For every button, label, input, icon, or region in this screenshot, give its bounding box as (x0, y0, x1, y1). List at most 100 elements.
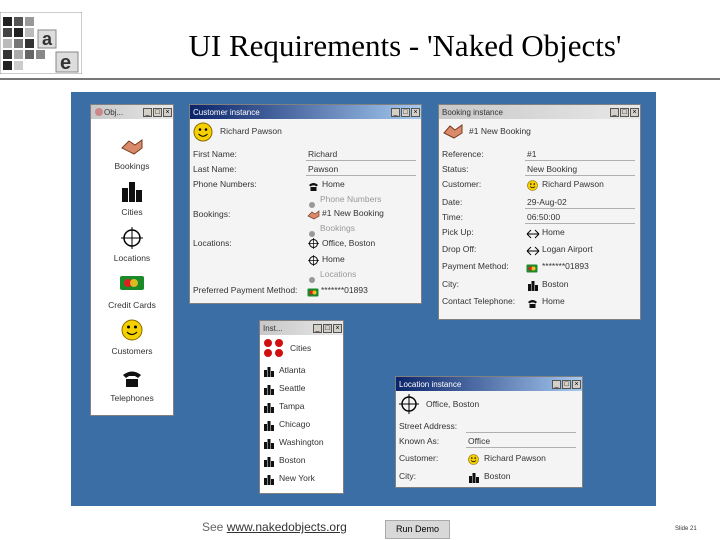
field-value[interactable]: *******01893 (542, 261, 589, 271)
location-window[interactable]: Location instance _ □ × Office, Boston S… (395, 376, 583, 488)
city-item[interactable]: Washington (279, 437, 324, 447)
slide-title: UI Requirements - 'Naked Objects' (188, 28, 622, 63)
city-icon (263, 436, 275, 454)
handshake-icon (307, 207, 320, 225)
field-value[interactable]: Home (322, 254, 345, 264)
booking-window-titlebar[interactable]: Booking instance _ □ × (439, 105, 640, 119)
close-button[interactable]: × (411, 107, 420, 117)
objects-item-label[interactable]: Bookings (91, 161, 173, 171)
objects-item-label[interactable]: Cities (91, 207, 173, 217)
handshake-icon (95, 108, 103, 116)
footer-see-text: See (202, 520, 224, 534)
city-icon (263, 364, 275, 382)
field-label: Customer: (442, 179, 482, 189)
booking-window-title: Booking instance (442, 107, 503, 117)
close-button[interactable]: × (163, 107, 172, 117)
field-label: Date: (442, 197, 463, 207)
credit-card-icon[interactable] (119, 274, 145, 297)
handshake-icon (442, 122, 464, 145)
field-value[interactable]: New Booking (527, 164, 577, 174)
objects-window-titlebar[interactable]: Obj... _ □ × (91, 105, 173, 119)
location-arrow-icon (526, 243, 540, 261)
cities-window-titlebar[interactable]: Inst... _ □ × (260, 321, 343, 335)
field-value[interactable]: Richard (308, 149, 337, 159)
customer-window-title: Customer instance (193, 107, 260, 117)
minimize-button[interactable]: _ (610, 107, 619, 117)
field-value[interactable]: 29-Aug-02 (527, 197, 567, 207)
field-value[interactable]: #1 (527, 149, 536, 159)
city-icon (468, 470, 480, 487)
field-value[interactable]: Home (542, 296, 565, 306)
field-value[interactable]: Boston (484, 471, 510, 481)
field-label: Customer: (399, 453, 439, 463)
field-value[interactable]: Richard Pawson (542, 179, 604, 189)
customer-window-titlebar[interactable]: Customer instance _ □ × (190, 105, 421, 119)
field-value[interactable]: Home (542, 227, 565, 237)
field-label: First Name: (193, 149, 237, 159)
city-item[interactable]: Boston (279, 455, 305, 465)
close-button[interactable]: × (572, 379, 581, 389)
field-label: City: (442, 279, 459, 289)
maximize-button[interactable]: □ (401, 107, 410, 117)
objects-item-label[interactable]: Credit Cards (91, 300, 173, 310)
ae-logo: a e (0, 12, 82, 74)
credit-card-icon (307, 284, 319, 302)
customer-name: Richard Pawson (220, 126, 282, 136)
nakedobjects-link[interactable]: www.nakedobjects.org (227, 520, 347, 534)
maximize-button[interactable]: □ (153, 107, 162, 117)
booking-window[interactable]: Booking instance _ □ × #1 New Booking Re… (438, 104, 641, 320)
crosshair-icon[interactable] (121, 227, 143, 254)
field-label: Contact Telephone: (442, 296, 516, 306)
city-item[interactable]: Atlanta (279, 365, 305, 375)
city-item[interactable]: Tampa (279, 401, 305, 411)
field-label: Street Address: (399, 421, 458, 431)
location-window-titlebar[interactable]: Location instance _ □ × (396, 377, 582, 391)
field-value[interactable]: Office (468, 436, 490, 446)
field-value[interactable]: Richard Pawson (484, 453, 546, 463)
city-item[interactable]: New York (279, 473, 315, 483)
minimize-button[interactable]: _ (552, 379, 561, 389)
city-item[interactable]: Chicago (279, 419, 310, 429)
field-value[interactable]: 06:50:00 (527, 212, 560, 222)
city-icon (263, 472, 275, 490)
city-icon (263, 418, 275, 436)
handshake-icon[interactable] (120, 136, 144, 161)
city-icon[interactable] (120, 180, 144, 207)
cities-header: Cities (290, 343, 312, 353)
field-label: Pick Up: (442, 227, 474, 237)
maximize-button[interactable]: □ (562, 379, 571, 389)
field-value[interactable]: *******01893 (321, 285, 368, 295)
field-value[interactable]: Logan Airport (542, 244, 593, 254)
city-icon (263, 454, 275, 472)
smiley-icon[interactable] (121, 319, 143, 346)
maximize-button[interactable]: □ (620, 107, 629, 117)
minimize-button[interactable]: _ (143, 107, 152, 117)
minimize-button[interactable]: _ (391, 107, 400, 117)
objects-window[interactable]: Obj... _ □ × Bookings Cities Locations C… (90, 104, 174, 416)
field-value[interactable]: Boston (542, 279, 568, 289)
maximize-button[interactable]: □ (323, 323, 332, 333)
field-value[interactable]: Pawson (308, 164, 338, 174)
telephone-icon[interactable] (121, 369, 143, 394)
objects-item-label[interactable]: Customers (91, 346, 173, 356)
field-label: Payment Method: (442, 261, 509, 271)
field-value[interactable]: Home (322, 179, 345, 189)
close-button[interactable]: × (630, 107, 639, 117)
field-value[interactable]: Office, Boston (322, 238, 375, 248)
field-label: Locations: (193, 238, 232, 248)
customer-window[interactable]: Customer instance _ □ × Richard Pawson F… (189, 104, 422, 304)
crosshair-icon (308, 253, 319, 271)
field-label: Status: (442, 164, 469, 174)
close-button[interactable]: × (333, 323, 342, 333)
objects-item-label[interactable]: Locations (91, 253, 173, 263)
city-item[interactable]: Seattle (279, 383, 305, 393)
cities-window[interactable]: Inst... _ □ × Cities Atlanta Seattle Tam… (259, 320, 344, 494)
crosshair-icon (308, 236, 319, 254)
field-value[interactable]: #1 New Booking (322, 208, 384, 218)
field-label: Phone Numbers: (193, 179, 257, 189)
smiley-icon (193, 122, 213, 147)
run-demo-button[interactable]: Run Demo (385, 520, 450, 539)
minimize-button[interactable]: _ (313, 323, 322, 333)
objects-item-label[interactable]: Telephones (91, 393, 173, 403)
booking-name: #1 New Booking (469, 126, 531, 136)
